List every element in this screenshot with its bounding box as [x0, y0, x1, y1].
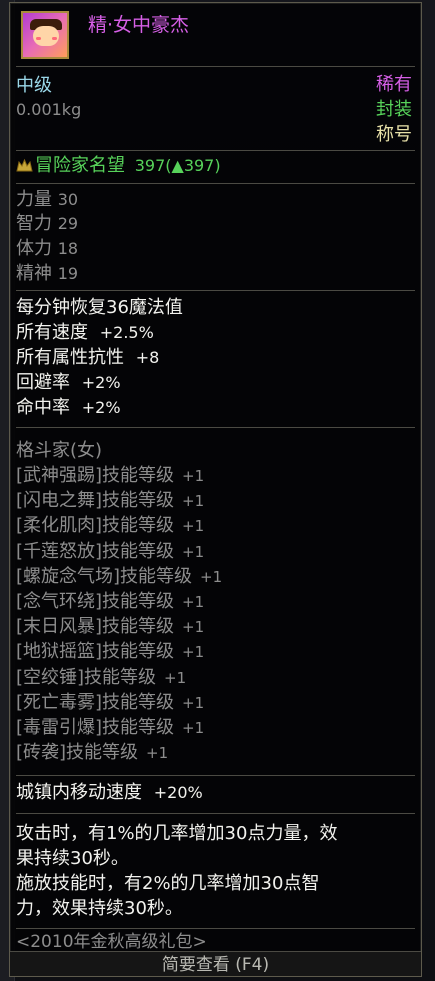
skill-value: +1 [182, 492, 205, 511]
skill-row: [柔化肌肉]技能等级 +1 [16, 515, 204, 537]
skill-label: [空绞锤]技能等级 [16, 666, 157, 688]
skill-value: +1 [182, 517, 205, 536]
skill-label: [砖袭]技能等级 [16, 742, 139, 764]
town-speed: 城镇内移动速度 +20% [16, 782, 203, 804]
effect-label: 每分钟恢复36魔法值 [16, 297, 183, 318]
skill-row: [毒雷引爆]技能等级 +1 [16, 717, 204, 739]
effect-evasion: 回避率 +2% [16, 372, 121, 394]
reputation-row: 冒险家名望 397(▲397) [16, 155, 221, 177]
title-avatar-icon [21, 11, 69, 59]
stat-spirit: 精神 19 [16, 263, 78, 285]
effect-value: +2% [81, 373, 121, 392]
divider [16, 928, 415, 929]
skill-label: [毒雷引爆]技能等级 [16, 717, 175, 738]
effect-label: 命中率 [16, 397, 70, 418]
effect-label: 所有属性抗性 [16, 347, 124, 368]
stat-label: 精神 [16, 263, 52, 284]
stat-intelligence: 智力 29 [16, 213, 78, 235]
skill-label: [武神强踢]技能等级 [16, 465, 175, 486]
item-type: 称号 [376, 124, 412, 145]
effect-value: +8 [135, 348, 160, 367]
item-tooltip: 精·女中豪杰 中级 0.001kg 稀有 封装 称号 冒险家名望 397(▲39… [9, 2, 422, 977]
town-speed-label: 城镇内移动速度 [16, 782, 142, 803]
effect-hit-rate: 命中率 +2% [16, 397, 121, 419]
skill-row: [末日风暴]技能等级 +1 [16, 616, 204, 638]
skill-value: +1 [182, 618, 205, 637]
reputation-value: 397(▲397) [134, 156, 221, 175]
stat-label: 体力 [16, 238, 52, 259]
proc-line: 力，效果持续30秒。 [16, 898, 183, 919]
skill-row: [念气环绕]技能等级 +1 [16, 591, 204, 613]
item-binding: 封装 [376, 99, 412, 120]
skill-value: +1 [200, 567, 223, 586]
effect-all-speed: 所有速度 +2.5% [16, 322, 154, 344]
skill-label: [地狱摇篮]技能等级 [16, 641, 175, 663]
skill-value: +1 [182, 542, 205, 561]
skill-row: [空绞锤]技能等级 +1 [16, 667, 186, 689]
divider [16, 183, 415, 184]
skill-row: [死亡毒雾]技能等级 +1 [16, 692, 204, 714]
stat-label: 力量 [16, 189, 52, 210]
skill-label: [螺旋念气场]技能等级 [16, 565, 193, 587]
skill-row: [闪电之舞]技能等级 +1 [16, 490, 204, 512]
stat-vitality: 体力 18 [16, 238, 78, 260]
skill-value: +1 [182, 693, 205, 712]
skill-row: [螺旋念气场]技能等级 +1 [16, 566, 222, 588]
item-weight: 0.001kg [16, 100, 82, 119]
skill-value: +1 [182, 593, 205, 611]
skill-row: [砖袭]技能等级 +1 [16, 742, 168, 764]
skill-label: [柔化肌肉]技能等级 [16, 515, 175, 537]
skill-row: [地狱摇篮]技能等级 +1 [16, 641, 204, 663]
proc-line: 施放技能时，有2%的几率增加30点智 [16, 873, 320, 894]
item-rarity: 稀有 [376, 74, 412, 95]
skill-value: +1 [146, 744, 169, 763]
skill-label: [死亡毒雾]技能等级 [16, 691, 175, 713]
skill-value: +1 [182, 643, 205, 662]
skill-value: +1 [182, 719, 205, 737]
divider [16, 290, 415, 291]
footer-bar: 简要查看 (F4) [10, 951, 421, 976]
brief-view-hint[interactable]: 简要查看 (F4) [10, 954, 421, 976]
stat-value: 29 [57, 214, 79, 233]
item-grade: 中级 [16, 75, 52, 96]
skill-value: +1 [182, 467, 205, 485]
background-right-panel [421, 120, 435, 540]
effect-value: +2% [81, 398, 121, 417]
skill-label: [末日风暴]技能等级 [16, 616, 175, 638]
proc-line: 攻击时，有1%的几率增加30点力量，效 [16, 823, 338, 844]
skill-label: [闪电之舞]技能等级 [16, 490, 175, 512]
effect-value: +2.5% [99, 323, 154, 342]
skill-value: +1 [164, 668, 187, 687]
item-name: 精·女中豪杰 [88, 14, 190, 36]
stat-label: 智力 [16, 213, 52, 234]
divider [16, 813, 415, 814]
item-source: <2010年金秋高级礼包> [16, 932, 207, 952]
class-header: 格斗家(女) [16, 440, 103, 461]
divider [16, 775, 415, 776]
skill-label: [念气环绕]技能等级 [16, 591, 175, 612]
effect-label: 回避率 [16, 372, 70, 393]
divider [16, 150, 415, 151]
stat-value: 19 [57, 264, 79, 283]
effect-all-resist: 所有属性抗性 +8 [16, 347, 159, 369]
effect-label: 所有速度 [16, 322, 88, 343]
effect-mp-regen: 每分钟恢复36魔法值 [16, 297, 183, 319]
skill-row: [千莲怒放]技能等级 +1 [16, 541, 204, 563]
stat-value: 18 [57, 239, 79, 258]
divider [16, 66, 415, 67]
proc-line: 果持续30秒。 [16, 848, 129, 869]
stat-value: 30 [57, 190, 79, 209]
crown-icon [16, 158, 33, 172]
town-speed-value: +20% [153, 783, 203, 802]
divider [16, 427, 415, 428]
reputation-label: 冒险家名望 [35, 155, 125, 176]
stat-strength: 力量 30 [16, 189, 78, 211]
skill-row: [武神强踢]技能等级 +1 [16, 465, 204, 487]
skill-label: [千莲怒放]技能等级 [16, 540, 175, 562]
